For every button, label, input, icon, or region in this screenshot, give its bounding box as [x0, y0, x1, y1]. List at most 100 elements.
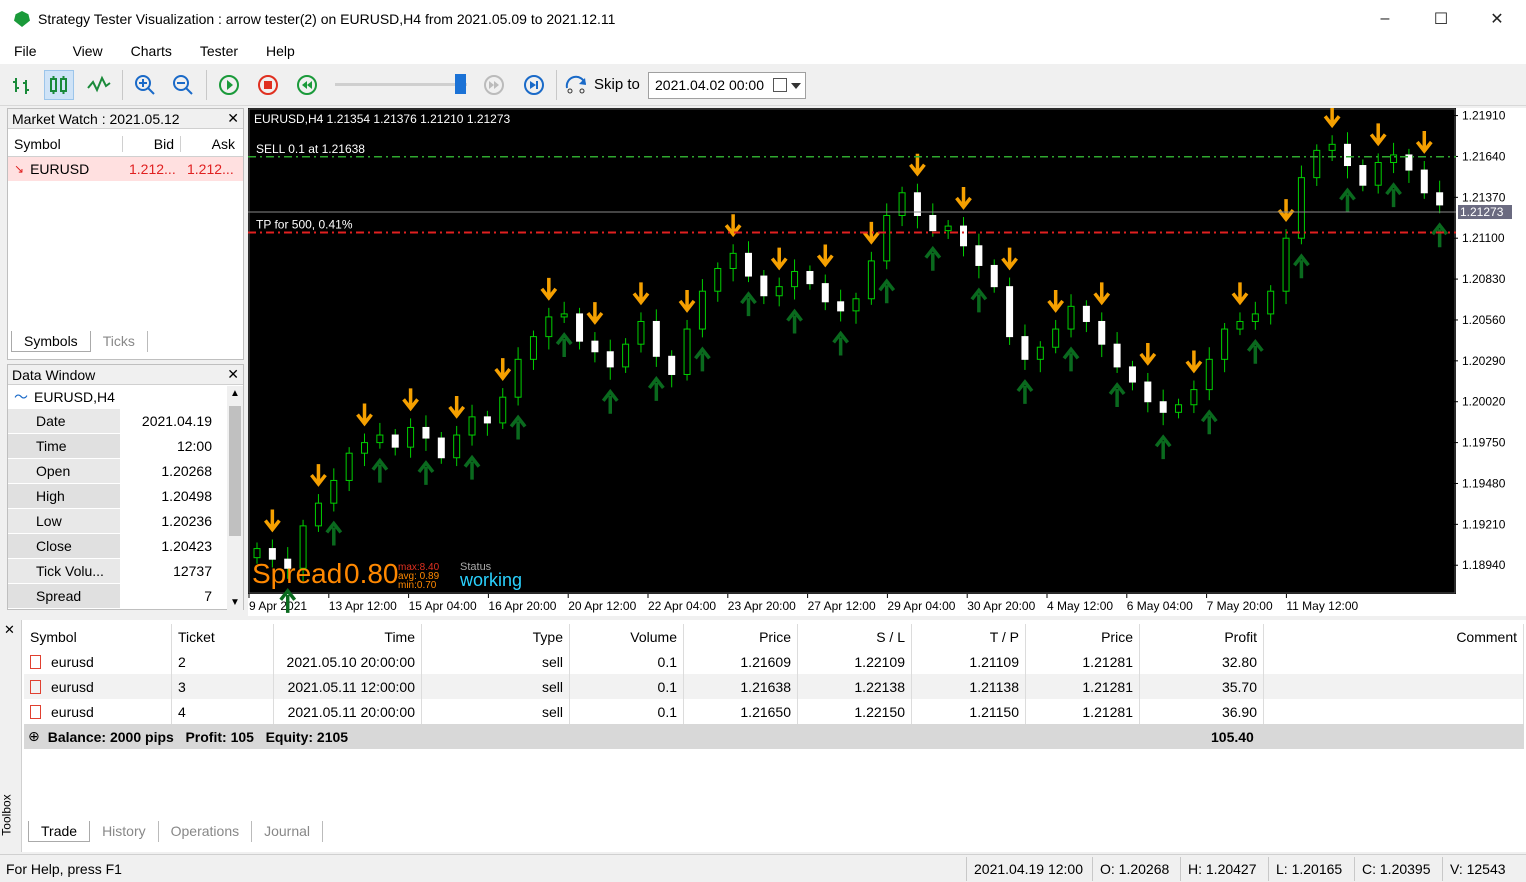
tab-journal[interactable]: Journal	[252, 821, 324, 842]
sell-arrow-icon	[540, 277, 558, 301]
skip-to-end-icon[interactable]	[519, 70, 549, 100]
column-header[interactable]: Price	[684, 624, 798, 649]
sell-arrow-icon	[1369, 123, 1387, 147]
menu-tester[interactable]: Tester	[186, 43, 252, 59]
candle-body	[760, 275, 768, 297]
summary-text: Balance: 2000 pips Profit: 105 Equity: 2…	[47, 728, 349, 745]
maximize-button[interactable]: ☐	[1412, 0, 1470, 38]
line-chart-icon[interactable]	[84, 70, 114, 100]
column-header[interactable]: Time	[274, 624, 422, 649]
data-window-key: Close	[8, 534, 120, 558]
tab-trade[interactable]: Trade	[28, 821, 91, 842]
expand-icon[interactable]: ⊕	[28, 728, 40, 745]
column-header[interactable]: Comment	[1264, 624, 1524, 649]
play-icon[interactable]	[214, 70, 244, 100]
price-chart[interactable]: 1.21910 1.21640 1.21370 1.21100 1.20830 1.205…	[248, 105, 1526, 616]
data-window-row: Open 1.20268	[8, 459, 243, 484]
status-low: L: 1.20165	[1276, 861, 1343, 877]
close-icon[interactable]: ✕	[227, 366, 239, 383]
menu-help[interactable]: Help	[252, 43, 309, 59]
calendar-icon[interactable]	[773, 78, 787, 92]
column-ask[interactable]: Ask	[181, 136, 241, 152]
fast-forward-icon[interactable]	[479, 70, 509, 100]
x-tick-label: 30 Apr 20:00	[967, 599, 1035, 613]
buy-arrow-icon	[463, 454, 481, 480]
y-tick-label: 1.21910	[1462, 109, 1506, 123]
minimize-button[interactable]: –	[1356, 0, 1414, 38]
candle-body	[652, 320, 660, 357]
title-bar: Strategy Tester Visualization : arrow te…	[0, 0, 1526, 38]
close-icon[interactable]: ✕	[227, 110, 239, 127]
menu-file[interactable]: File	[0, 43, 51, 59]
zoom-out-icon[interactable]	[168, 70, 198, 100]
tab-ticks[interactable]: Ticks	[91, 331, 148, 352]
buy-arrow-icon	[1246, 338, 1264, 364]
app-logo-icon	[14, 11, 30, 27]
trade-cur: 1.21281	[1026, 649, 1140, 674]
candle-body	[929, 214, 937, 232]
bar-chart-icon[interactable]	[8, 70, 38, 100]
chevron-down-icon[interactable]: ▼	[230, 597, 240, 608]
data-window-value: 1.20236	[161, 513, 212, 529]
table-row[interactable]: eurusd 3 2021.05.11 12:00:00 sell 0.1 1.21638…	[24, 674, 1524, 699]
chart-canvas[interactable]: 1.21910 1.21640 1.21370 1.21100 1.20830 1.205…	[248, 105, 1526, 616]
speed-slider-thumb[interactable]	[455, 74, 466, 94]
candle-body	[867, 260, 875, 300]
tab-symbols[interactable]: Symbols	[11, 331, 91, 352]
table-row[interactable]: eurusd 4 2021.05.11 20:00:00 sell 0.1 1.21650…	[24, 699, 1524, 724]
data-window-row: Date 2021.04.19	[8, 409, 243, 434]
column-header[interactable]: Profit	[1140, 624, 1264, 649]
column-header[interactable]: Price	[1026, 624, 1140, 649]
candle-body	[437, 437, 445, 459]
trade-sl: 1.22150	[798, 699, 912, 724]
buy-arrow-icon	[694, 346, 711, 372]
column-bid[interactable]: Bid	[123, 135, 181, 152]
skip-to-date-input[interactable]: 2021.04.02 00:00	[648, 72, 806, 99]
rewind-icon[interactable]	[292, 70, 322, 100]
close-icon[interactable]: ✕	[4, 622, 15, 638]
sell-arrow-icon	[356, 403, 373, 427]
skip-to-icon[interactable]	[562, 70, 592, 100]
zoom-in-icon[interactable]	[130, 70, 160, 100]
data-window-key: Date	[8, 409, 120, 433]
data-window-row: Close 1.20423	[8, 534, 243, 559]
column-header[interactable]: S / L	[798, 624, 912, 649]
data-window-value: 1.20423	[161, 538, 212, 554]
y-tick-label: 1.20830	[1462, 272, 1506, 286]
column-header[interactable]: T / P	[912, 624, 1026, 649]
column-header[interactable]: Type	[422, 624, 570, 649]
speed-slider-track[interactable]	[335, 83, 467, 86]
candle-body	[944, 225, 952, 232]
status-value: working	[459, 570, 522, 590]
column-header[interactable]: Ticket	[172, 624, 274, 649]
chevron-down-icon[interactable]	[791, 83, 801, 89]
tab-operations[interactable]: Operations	[159, 821, 253, 842]
trade-ticket: 3	[172, 674, 274, 699]
scrollbar[interactable]: ▲ ▼	[227, 386, 243, 610]
column-symbol[interactable]: Symbol	[8, 135, 123, 152]
scroll-thumb[interactable]	[229, 406, 241, 536]
candle-chart-icon[interactable]	[44, 70, 74, 100]
data-window-key: Spread	[8, 584, 120, 608]
menu-charts[interactable]: Charts	[117, 43, 186, 59]
menu-view[interactable]: View	[51, 43, 117, 59]
y-tick-label: 1.19750	[1462, 436, 1506, 450]
column-header[interactable]: Volume	[570, 624, 684, 649]
stop-icon[interactable]	[253, 70, 283, 100]
toolbox-label: Toolbox	[0, 794, 14, 836]
candle-body	[637, 320, 645, 345]
column-header[interactable]: Symbol	[24, 624, 172, 649]
sell-arrow-icon	[310, 464, 327, 487]
x-tick-label: 29 Apr 04:00	[887, 599, 955, 613]
table-row[interactable]: eurusd 2 2021.05.10 20:00:00 sell 0.1 1.21609…	[24, 649, 1524, 674]
status-help: For Help, press F1	[6, 861, 122, 877]
close-window-button[interactable]: ✕	[1468, 0, 1526, 38]
trade-volume: 0.1	[570, 699, 684, 724]
trade-symbol-text: eurusd	[51, 678, 94, 695]
buy-arrow-icon	[1200, 409, 1218, 435]
tab-history[interactable]: History	[90, 821, 159, 842]
chevron-up-icon[interactable]: ▲	[230, 388, 240, 399]
x-tick-label: 4 May 12:00	[1047, 599, 1113, 613]
market-watch-row[interactable]: ↘ EURUSD 1.212... 1.212...	[8, 157, 243, 181]
trade-type: sell	[422, 674, 570, 699]
